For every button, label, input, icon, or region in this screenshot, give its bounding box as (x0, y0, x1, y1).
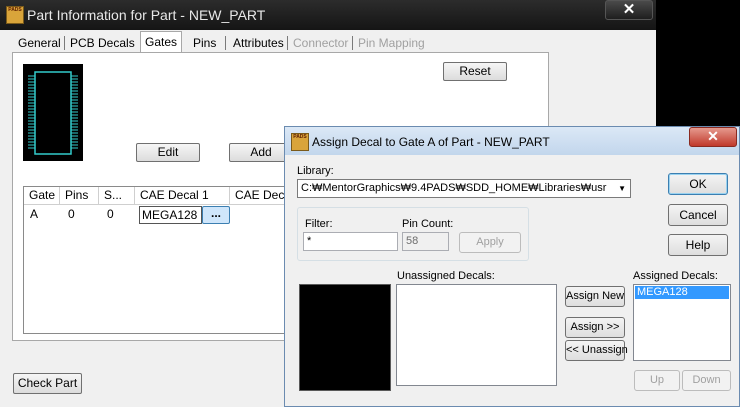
assign-decal-dialog: PADS Assign Decal to Gate A of Part - NE… (284, 126, 740, 407)
reset-button[interactable]: Reset (443, 62, 507, 81)
list-item[interactable]: MEGA128 (635, 286, 729, 299)
up-button[interactable]: Up (634, 370, 680, 391)
pin-count-field: 58 (402, 232, 449, 251)
cae-decal-1-cell-editor[interactable]: MEGA128 (139, 206, 202, 224)
unassigned-decals-list[interactable] (396, 284, 557, 386)
tab-separator (287, 36, 288, 50)
tab-separator (352, 36, 353, 50)
pads-app-icon: PADS (291, 133, 309, 151)
assign-dialog-close-icon[interactable]: ✕ (689, 127, 737, 147)
browse-decal-button[interactable]: ... (202, 206, 230, 224)
part-window-close-icon[interactable]: ✕ (605, 0, 653, 20)
chip-outline-graphic (28, 71, 78, 155)
unassign-button[interactable]: << Unassign (565, 340, 628, 361)
assign-button[interactable]: Assign >> (565, 317, 625, 338)
tab-general[interactable]: General (14, 34, 65, 52)
cell-swap: 0 (107, 207, 114, 221)
assign-dialog-titlebar: PADS Assign Decal to Gate A of Part - NE… (285, 127, 739, 155)
assign-dialog-title: Assign Decal to Gate A of Part - NEW_PAR… (312, 135, 550, 149)
pin-count-label: Pin Count: (402, 218, 454, 230)
tab-pins[interactable]: Pins (189, 34, 220, 52)
assigned-decals-list[interactable]: MEGA128 (633, 284, 731, 361)
cell-pins: 0 (68, 207, 75, 221)
library-select-value: C:₩MentorGraphics₩9.4PADS₩SDD_HOME₩Libra… (301, 182, 607, 194)
assign-new-button[interactable]: Assign New (565, 286, 625, 307)
tab-pin-mapping[interactable]: Pin Mapping (354, 34, 429, 52)
filter-input[interactable]: * (303, 232, 398, 251)
tab-attributes[interactable]: Attributes (229, 34, 288, 52)
library-label: Library: (297, 165, 334, 177)
assigned-decals-label: Assigned Decals: (633, 270, 718, 282)
down-button[interactable]: Down (682, 370, 731, 391)
gates-table: Gate Pins S... CAE Decal 1 CAE Decal 2 A… (23, 186, 330, 334)
column-header-gate[interactable]: Gate (24, 187, 60, 205)
cancel-button[interactable]: Cancel (668, 204, 728, 226)
tab-pcb-decals[interactable]: PCB Decals (66, 34, 139, 52)
check-part-button[interactable]: Check Part (13, 373, 82, 394)
filter-label: Filter: (305, 218, 333, 230)
gate-decal-preview (23, 64, 83, 161)
tab-separator (225, 36, 226, 50)
unassigned-decals-label: Unassigned Decals: (397, 270, 495, 282)
library-select[interactable]: C:₩MentorGraphics₩9.4PADS₩SDD_HOME₩Libra… (297, 179, 631, 198)
ok-button[interactable]: OK (668, 173, 728, 195)
chevron-down-icon: ▼ (618, 184, 626, 193)
column-header-swap[interactable]: S... (99, 187, 135, 205)
edit-button[interactable]: Edit (136, 143, 200, 162)
help-button[interactable]: Help (668, 234, 728, 256)
part-window-titlebar: PADS Part Information for Part - NEW_PAR… (0, 0, 656, 30)
column-header-cae-decal-1[interactable]: CAE Decal 1 (135, 187, 230, 205)
table-row[interactable]: A 0 0 MEGA128 ... (24, 205, 324, 224)
tab-separator (64, 36, 65, 50)
apply-button[interactable]: Apply (459, 232, 521, 253)
tab-gates[interactable]: Gates (140, 31, 183, 54)
decal-preview (299, 284, 391, 391)
part-window-title: Part Information for Part - NEW_PART (27, 7, 266, 23)
pads-app-icon: PADS (6, 6, 24, 24)
column-header-pins[interactable]: Pins (60, 187, 99, 205)
tab-connector[interactable]: Connector (289, 34, 352, 52)
cell-gate: A (30, 207, 39, 221)
